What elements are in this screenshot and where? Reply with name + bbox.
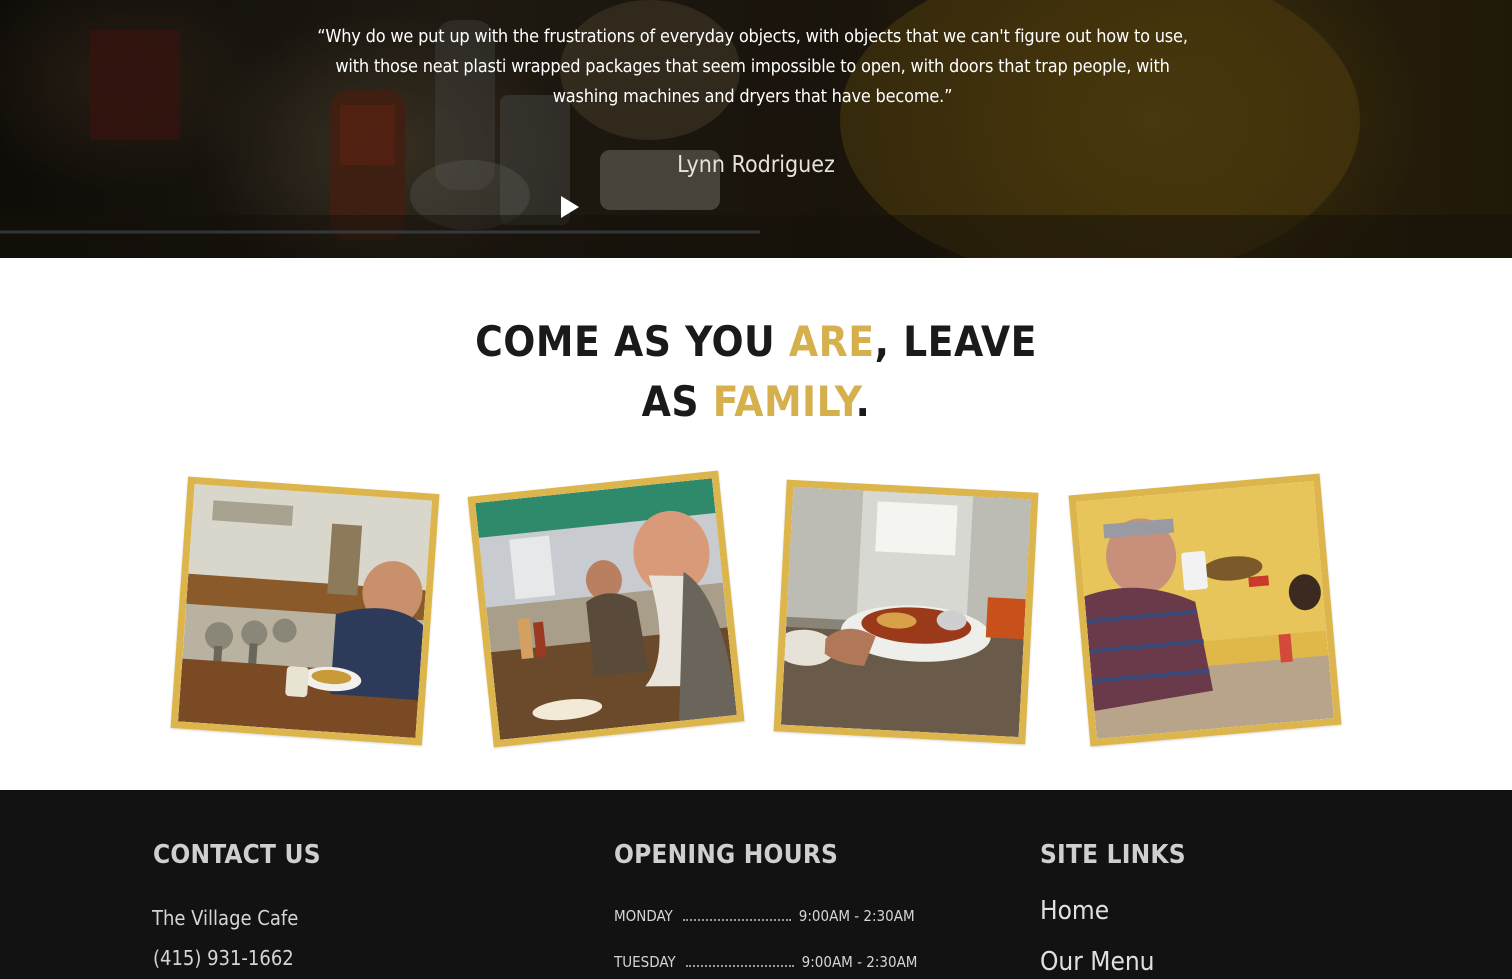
- hours-row-monday: MONDAY 9:00AM - 2:30AM: [614, 906, 915, 926]
- photo-bearded-man: [475, 478, 737, 740]
- testimonial-author: Lynn Rodriguez: [677, 152, 835, 178]
- gallery-photo-3[interactable]: [773, 479, 1039, 745]
- headline-text: AS: [641, 377, 713, 426]
- site-links-heading: SITE LINKS: [1040, 840, 1186, 870]
- headline-accent-are: ARE: [788, 317, 875, 366]
- footer-link-our-menu[interactable]: Our Menu: [1040, 947, 1155, 977]
- site-footer: CONTACT US The Village Cafe (415) 931-16…: [0, 790, 1512, 979]
- headline-text: .: [855, 377, 871, 426]
- testimonial-quote: “Why do we put up with the frustrations …: [317, 26, 1188, 107]
- page-headline: COME AS YOU ARE, LEAVE AS FAMILY.: [0, 312, 1512, 432]
- photo-man-drinking: [1076, 481, 1334, 739]
- testimonial-section: “Why do we put up with the frustrations …: [0, 0, 1512, 258]
- hours-day: MONDAY: [614, 907, 673, 925]
- hours-day: TUESDAY: [614, 953, 676, 971]
- play-icon[interactable]: [558, 194, 582, 220]
- contact-heading: CONTACT US: [153, 840, 321, 870]
- gallery-photo-4[interactable]: [1068, 473, 1342, 747]
- headline-accent-family: FAMILY: [712, 377, 856, 426]
- opening-hours-heading: OPENING HOURS: [614, 840, 839, 870]
- hours-leader-dots: [682, 919, 791, 921]
- headline-text: , LEAVE: [874, 317, 1037, 366]
- photo-server-plate: [780, 486, 1032, 738]
- footer-link-home[interactable]: Home: [1040, 896, 1109, 926]
- gallery-photo-2[interactable]: [467, 470, 745, 748]
- hours-time: 9:00AM - 2:30AM: [798, 907, 915, 925]
- hours-row-tuesday: TUESDAY 9:00AM - 2:30AM: [614, 952, 917, 972]
- photo-man-eating: [177, 483, 433, 739]
- hours-time: 9:00AM - 2:30AM: [801, 953, 918, 971]
- cafe-name: The Village Cafe: [152, 906, 299, 930]
- gallery-photo-1[interactable]: [170, 476, 440, 746]
- phone-link[interactable]: (415) 931-1662: [153, 945, 294, 971]
- headline-text: COME AS YOU: [475, 317, 789, 366]
- hours-leader-dots: [685, 965, 794, 967]
